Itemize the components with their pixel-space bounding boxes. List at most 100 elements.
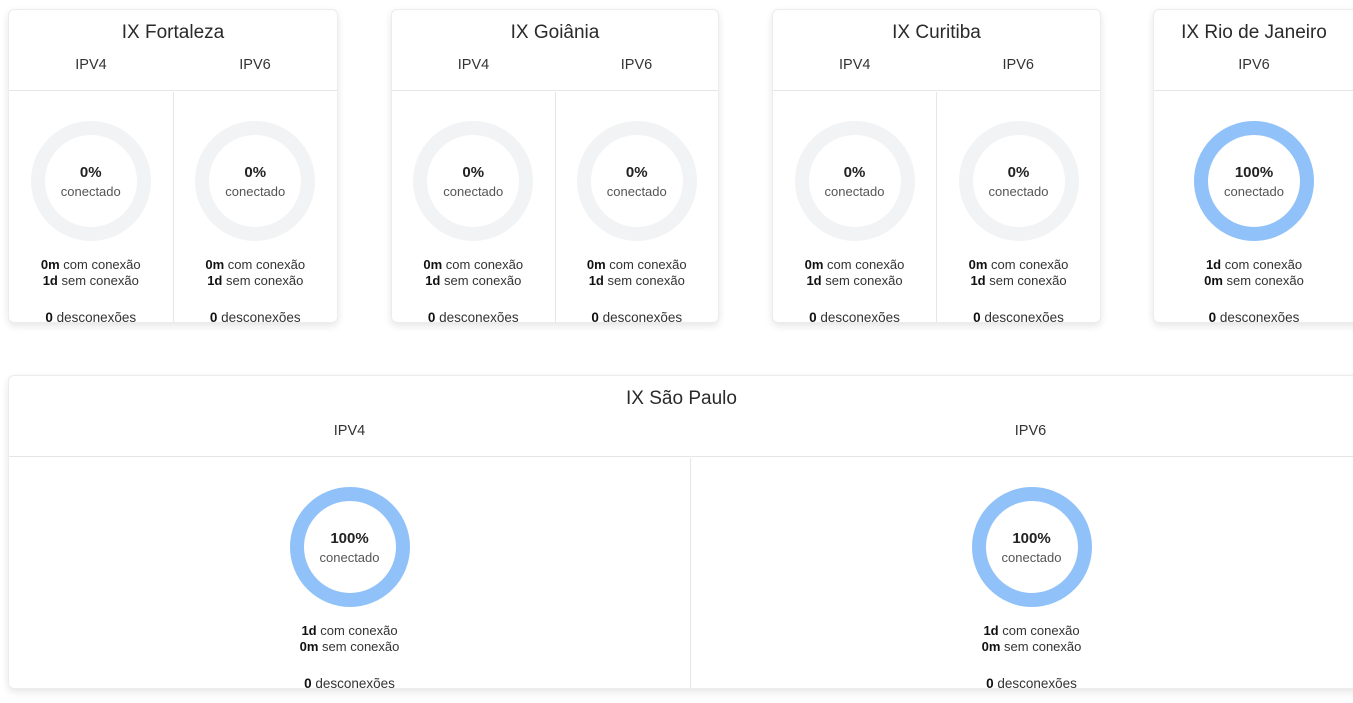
- connected-label: conectado: [1001, 550, 1062, 565]
- uptime-stats: 0m com conexão 1d sem conexão: [556, 257, 719, 289]
- disconnections-count: 0: [809, 310, 817, 323]
- disconnections-label: desconexões: [1219, 310, 1300, 323]
- protocol-header-ipv4: IPV4: [839, 57, 871, 73]
- without-connection-label: sem conexão: [1004, 639, 1082, 654]
- without-connection-label: sem conexão: [322, 639, 400, 654]
- percent-value: 0%: [462, 164, 485, 181]
- with-connection-label: com conexão: [1224, 257, 1303, 272]
- card-title: IX São Paulo: [626, 388, 737, 409]
- disconnections-label: desconexões: [602, 310, 683, 323]
- connected-label: conectado: [824, 184, 885, 199]
- percent-value: 100%: [1012, 530, 1051, 547]
- disconnections-count: 0: [591, 310, 599, 323]
- card-title: IX Rio de Janeiro: [1181, 22, 1327, 43]
- ix-card-goiania: IX Goiânia IPV4 IPV6 0% conectado 0m com…: [391, 9, 719, 323]
- connection-gauge: 0% conectado: [794, 120, 916, 242]
- card-title: IX Goiânia: [510, 22, 600, 43]
- disconnections-count: 0: [986, 676, 994, 689]
- disconnections: 0 desconexões: [9, 676, 690, 689]
- disconnections: 0 desconexões: [691, 676, 1353, 689]
- uptime-stats: 1d com conexão 0m sem conexão: [9, 623, 690, 655]
- disconnections: 0 desconexões: [9, 310, 173, 323]
- connection-gauge: 0% conectado: [958, 120, 1080, 242]
- ix-card-curitiba: IX Curitiba IPV4 IPV6 0% conectado 0m co…: [772, 9, 1101, 323]
- ipv6-panel: 100% conectado 1d com conexão 0m sem con…: [690, 458, 1353, 688]
- disconnections-count: 0: [304, 676, 312, 689]
- with-connection-value: 1d: [1205, 257, 1222, 272]
- with-connection-label: com conexão: [1002, 623, 1080, 638]
- uptime-stats: 0m com conexão 1d sem conexão: [392, 257, 555, 289]
- disconnections: 0 desconexões: [773, 310, 936, 323]
- protocol-header-ipv6: IPV6: [1002, 57, 1034, 73]
- uptime-stats: 0m com conexão 1d sem conexão: [9, 257, 173, 289]
- disconnections-count: 0: [45, 310, 53, 323]
- ix-card-sao-paulo: IX São Paulo IPV4 IPV6 100% conectado 1d…: [8, 375, 1353, 689]
- connection-gauge: 0% conectado: [576, 120, 698, 242]
- disconnections: 0 desconexões: [556, 310, 719, 323]
- with-connection-value: 1d: [301, 623, 317, 638]
- connection-gauge: 100% conectado: [289, 486, 411, 608]
- with-connection-value: 0m: [804, 257, 824, 272]
- disconnections-label: desconexões: [984, 310, 1064, 323]
- protocol-headers: IPV6: [1154, 56, 1353, 91]
- with-connection-value: 0m: [968, 257, 988, 272]
- protocol-headers: IPV4 IPV6: [9, 56, 337, 91]
- percent-value: 0%: [244, 164, 267, 181]
- protocol-header-ipv6: IPV6: [239, 57, 271, 73]
- uptime-stats: 0m com conexão 1d sem conexão: [174, 257, 338, 289]
- uptime-stats: 0m com conexão 1d sem conexão: [773, 257, 936, 289]
- connected-label: conectado: [1224, 184, 1284, 199]
- ipv4-panel: 0% conectado 0m com conexão 1d sem conex…: [392, 92, 555, 322]
- with-connection-label: com conexão: [991, 257, 1069, 272]
- connection-gauge: 100% conectado: [1193, 120, 1315, 242]
- without-connection-label: sem conexão: [825, 273, 903, 288]
- ix-card-rio-de-janeiro: IX Rio de Janeiro IPV6 100% conectado 1d…: [1153, 9, 1353, 323]
- with-connection-value: 0m: [423, 257, 443, 272]
- disconnections-count: 0: [209, 310, 218, 323]
- protocol-header-ipv4: IPV4: [457, 57, 490, 73]
- disconnections-label: desconexões: [997, 676, 1077, 689]
- without-connection-value: 1d: [425, 273, 441, 288]
- with-connection-label: com conexão: [320, 623, 398, 638]
- protocol-headers: IPV4 IPV6: [9, 422, 1353, 457]
- with-connection-value: 0m: [586, 257, 606, 272]
- with-connection-value: 0m: [205, 257, 225, 272]
- disconnections-label: desconexões: [221, 310, 301, 323]
- with-connection-label: com conexão: [609, 257, 687, 272]
- uptime-stats: 1d com conexão 0m sem conexão: [1154, 257, 1353, 289]
- connection-gauge: 0% conectado: [412, 120, 534, 242]
- percent-value: 0%: [625, 164, 648, 181]
- ipv4-panel: 0% conectado 0m com conexão 1d sem conex…: [773, 92, 936, 322]
- disconnections-label: desconexões: [439, 310, 519, 323]
- card-title: IX Fortaleza: [121, 22, 225, 43]
- percent-value: 0%: [843, 164, 866, 181]
- percent-value: 0%: [79, 164, 102, 181]
- without-connection-value: 1d: [970, 273, 986, 288]
- connection-gauge: 0% conectado: [30, 120, 152, 242]
- without-connection-label: sem conexão: [225, 273, 304, 288]
- ipv4-panel: 0% conectado 0m com conexão 1d sem conex…: [9, 92, 173, 322]
- without-connection-value: 1d: [806, 273, 822, 288]
- ipv6-panel: 100% conectado 1d com conexão 0m sem con…: [1154, 92, 1353, 323]
- connected-label: conectado: [60, 184, 121, 199]
- disconnections-label: desconexões: [820, 310, 900, 323]
- protocol-headers: IPV4 IPV6: [773, 56, 1100, 91]
- ipv6-panel: 0% conectado 0m com conexão 1d sem conex…: [172, 92, 338, 323]
- disconnections: 0 desconexões: [392, 310, 555, 323]
- without-connection-value: 0m: [1204, 273, 1223, 288]
- disconnections: 0 desconexões: [1154, 310, 1353, 323]
- connected-label: conectado: [988, 184, 1049, 199]
- disconnections-count: 0: [973, 310, 981, 323]
- disconnections: 0 desconexões: [174, 310, 338, 323]
- percent-value: 100%: [1234, 164, 1274, 181]
- percent-value: 0%: [1007, 164, 1030, 181]
- connected-label: conectado: [443, 184, 504, 199]
- with-connection-value: 1d: [983, 623, 999, 638]
- ipv6-panel: 0% conectado 0m com conexão 1d sem conex…: [554, 92, 719, 323]
- protocol-header-ipv6: IPV6: [1238, 57, 1270, 73]
- without-connection-value: 1d: [42, 273, 58, 288]
- percent-value: 100%: [330, 530, 369, 547]
- without-connection-value: 0m: [299, 639, 319, 654]
- disconnections-count: 0: [1208, 310, 1217, 323]
- with-connection-label: com conexão: [227, 257, 306, 272]
